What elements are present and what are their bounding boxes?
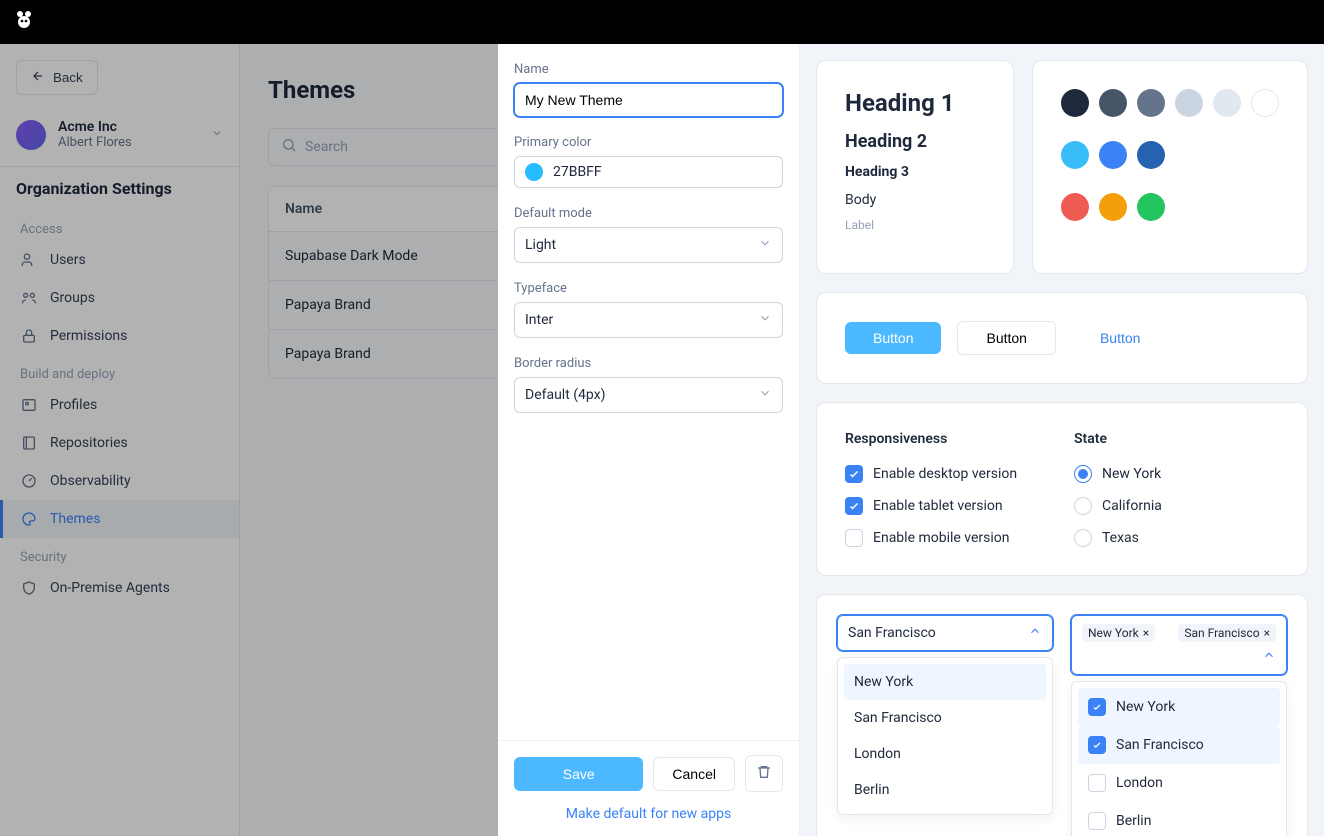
heading-3-sample: Heading 3 [845,164,985,180]
color-swatch [1251,89,1279,117]
checkbox-label: Enable desktop version [873,466,1017,482]
checkbox-icon [1088,698,1106,716]
state-title: State [1074,431,1279,447]
typography-preview: Heading 1 Heading 2 Heading 3 Body Label [816,60,1014,274]
color-swatch [1099,141,1127,169]
dropdown-option[interactable]: San Francisco [1078,726,1280,764]
close-icon: × [1143,626,1149,640]
checkbox-icon [845,529,863,547]
radio-label: Texas [1102,530,1139,546]
color-swatch [1137,193,1165,221]
select-value: San Francisco [848,625,936,641]
typeface-label: Typeface [514,281,783,296]
dropdown-option[interactable]: San Francisco [844,700,1046,736]
body-sample: Body [845,192,985,208]
buttons-preview: Button Button Button [816,292,1308,384]
heading-1-sample: Heading 1 [845,89,985,117]
theme-form-panel: Name Primary color 27BBFF Default mode L… [498,44,800,836]
preview-button-outline[interactable]: Button [957,321,1055,355]
label-sample: Label [845,218,985,232]
color-swatch [1099,193,1127,221]
close-icon: × [1264,626,1270,640]
checkbox-desktop[interactable]: Enable desktop version [845,465,1050,483]
chevron-down-icon [758,236,772,254]
top-bar [0,0,1324,44]
checkbox-icon [1088,812,1106,830]
chip-new-york[interactable]: New York × [1082,624,1155,642]
color-swatch [1061,89,1089,117]
save-button[interactable]: Save [514,757,643,791]
radio-icon [1074,529,1092,547]
radio-new-york[interactable]: New York [1074,465,1279,483]
checkbox-icon [1088,736,1106,754]
select-value: Inter [525,312,553,328]
preview-button-ghost[interactable]: Button [1072,322,1168,354]
options-preview: Responsiveness Enable desktop version En… [816,402,1308,576]
trash-icon [756,764,772,783]
logo-icon [12,8,36,36]
preview-button-filled[interactable]: Button [845,322,941,354]
color-swatch [1137,141,1165,169]
multi-select[interactable]: New York × San Francisco × [1071,615,1287,675]
checkbox-icon [1088,774,1106,792]
radio-icon [1074,465,1092,483]
delete-button[interactable] [745,755,783,792]
chevron-down-icon [758,386,772,404]
color-swatch [1061,141,1089,169]
multi-select-menu: New York San Francisco London Berli [1071,681,1287,836]
dropdowns-preview: San Francisco New York San Francisco Lon… [816,594,1308,836]
mode-label: Default mode [514,206,783,221]
radio-california[interactable]: California [1074,497,1279,515]
color-swatch [1137,89,1165,117]
chevron-up-icon [1028,624,1042,642]
primary-color-input[interactable]: 27BBFF [514,156,783,188]
primary-color-label: Primary color [514,135,783,150]
mode-select[interactable]: Light [514,227,783,263]
checkbox-mobile[interactable]: Enable mobile version [845,529,1050,547]
single-select[interactable]: San Francisco [837,615,1053,651]
color-value: 27BBFF [553,164,602,180]
checkbox-tablet[interactable]: Enable tablet version [845,497,1050,515]
color-swatch [1175,89,1203,117]
dropdown-option[interactable]: New York [1078,688,1280,726]
preview-column: Heading 1 Heading 2 Heading 3 Body Label… [800,44,1324,836]
color-swatch [1213,89,1241,117]
responsiveness-title: Responsiveness [845,431,1050,447]
checkbox-icon [845,497,863,515]
cancel-button[interactable]: Cancel [653,757,735,791]
single-select-menu: New York San Francisco London Berlin [837,657,1053,815]
dropdown-option[interactable]: New York [844,664,1046,700]
color-swatch [1099,89,1127,117]
checkbox-label: Enable mobile version [873,530,1010,546]
radius-label: Border radius [514,356,783,371]
dropdown-option[interactable]: London [1078,764,1280,802]
radio-label: New York [1102,466,1161,482]
chip-san-francisco[interactable]: San Francisco × [1178,624,1276,642]
make-default-link[interactable]: Make default for new apps [514,806,783,822]
radio-texas[interactable]: Texas [1074,529,1279,547]
color-swatch-icon [525,163,543,181]
radio-label: California [1102,498,1162,514]
dropdown-option[interactable]: London [844,736,1046,772]
chevron-up-icon [1262,648,1276,666]
select-value: Default (4px) [525,387,606,403]
chevron-down-icon [758,311,772,329]
color-swatch [1061,193,1089,221]
name-label: Name [514,62,783,77]
checkbox-icon [845,465,863,483]
dropdown-option[interactable]: Berlin [844,772,1046,808]
select-value: Light [525,237,556,253]
name-input[interactable] [514,83,783,117]
radius-select[interactable]: Default (4px) [514,377,783,413]
heading-2-sample: Heading 2 [845,131,985,152]
typeface-select[interactable]: Inter [514,302,783,338]
checkbox-label: Enable tablet version [873,498,1003,514]
radio-icon [1074,497,1092,515]
palette-preview [1032,60,1308,274]
modal-overlay: Name Primary color 27BBFF Default mode L… [0,44,1324,836]
dropdown-option[interactable]: Berlin [1078,802,1280,836]
